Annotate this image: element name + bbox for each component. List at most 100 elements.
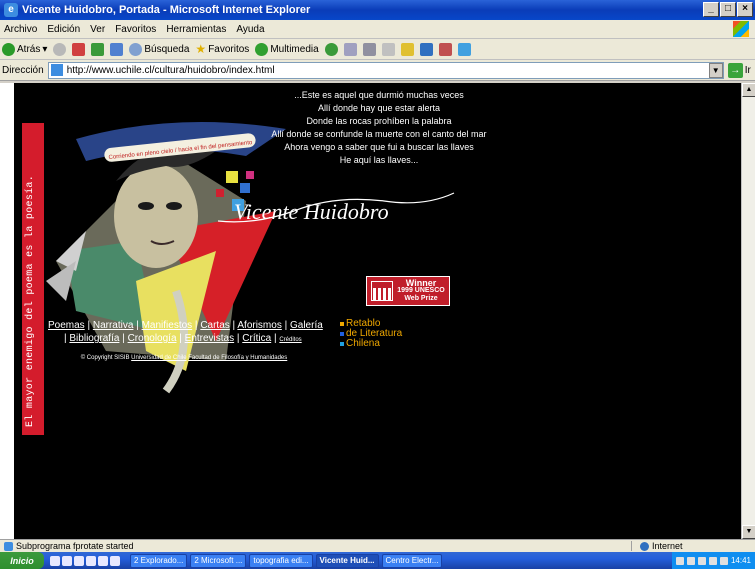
back-button[interactable]: Atrás ▾ (2, 42, 47, 56)
address-label: Dirección (2, 64, 44, 76)
unesco-temple-icon (371, 281, 393, 301)
tray-icon[interactable] (697, 556, 706, 565)
menu-archivo[interactable]: Archivo (4, 24, 37, 35)
huidobro-signature: Vicente Huidobro (217, 192, 455, 224)
tray-icon[interactable] (675, 556, 684, 565)
nav-creditos[interactable]: Créditos (279, 337, 301, 343)
security-zone: Internet (652, 541, 683, 551)
poem-line: Ahora vengo a saber que fui a buscar las… (284, 142, 474, 152)
discuss-button[interactable] (400, 42, 414, 56)
vertical-quote-banner: El mayor enemigo del poema es la poesía. (22, 123, 44, 435)
media-icon (255, 42, 269, 56)
nav-cartas[interactable]: Cartas (200, 320, 229, 331)
scroll-up-button[interactable]: ▲ (742, 83, 755, 97)
url-text: http://www.uchile.cl/cultura/huidobro/in… (66, 64, 275, 76)
mail-button[interactable] (343, 42, 357, 56)
tray-icon[interactable] (719, 556, 728, 565)
link-facultad[interactable]: Facultad de Filosofía y Humanidades (188, 355, 287, 361)
close-button[interactable]: × (737, 2, 753, 17)
poem-line: He aquí las llaves... (339, 155, 419, 165)
taskbar-button-active[interactable]: Vicente Huid... (315, 553, 379, 568)
quick-launch-icon[interactable] (74, 555, 84, 566)
multimedia-button[interactable]: Multimedia (255, 42, 319, 56)
poem-line: Allí donde se confunde la muerte con el … (271, 129, 487, 139)
print-button[interactable] (362, 42, 376, 56)
menu-ayuda[interactable]: Ayuda (236, 24, 264, 35)
windows-logo-icon (733, 21, 749, 37)
left-frame (0, 83, 14, 539)
copyright-notice: © Copyright SISIB Universidad de Chile F… (54, 353, 314, 364)
nav-manifiestos[interactable]: Manifiestos (142, 320, 193, 331)
dropdown-icon[interactable]: ▾ (42, 44, 47, 55)
menu-ver[interactable]: Ver (90, 24, 105, 35)
go-button[interactable]: → Ir (727, 62, 751, 78)
award-year: 1999 UNESCO (397, 287, 445, 294)
menu-herramientas[interactable]: Herramientas (166, 24, 226, 35)
maximize-button[interactable]: □ (720, 2, 736, 17)
favorites-button[interactable]: ★ Favoritos (195, 42, 249, 56)
title-bar[interactable]: e Vicente Huidobro, Portada - Microsoft … (0, 0, 755, 20)
standard-toolbar: Atrás ▾ Búsqueda ★ Favoritos Multimedia (0, 39, 755, 60)
nav-narrativa[interactable]: Narrativa (93, 320, 134, 331)
vertical-scrollbar[interactable]: ▲ ▼ (741, 83, 755, 539)
address-dropdown-button[interactable]: ▼ (708, 62, 723, 78)
nav-cronologia[interactable]: Cronología (128, 333, 177, 344)
nav-critica[interactable]: Crítica (242, 333, 271, 344)
status-bar: Subprograma fprotate started Internet (0, 539, 755, 552)
taskbar-button[interactable]: Centro Electr... (381, 553, 443, 568)
site-navigation: Poemas | Narrativa | Manifiestos | Carta… (48, 320, 323, 344)
search-icon (129, 42, 143, 56)
nav-aforismos[interactable]: Aforismos (237, 320, 281, 331)
scroll-down-button[interactable]: ▼ (742, 525, 755, 539)
nav-entrevistas[interactable]: Entrevistas (185, 333, 234, 344)
retablo-literatura-link[interactable]: Retablo de Literatura Chilena (340, 319, 402, 349)
quick-launch-icon[interactable] (98, 555, 108, 566)
quick-launch-icon[interactable] (86, 555, 96, 566)
ie-icon: e (4, 3, 18, 17)
home-button[interactable] (110, 42, 124, 56)
award-prize: Web Prize (404, 295, 438, 302)
system-tray: 14:41 (671, 552, 755, 569)
unesco-award-badge[interactable]: Winner 1999 UNESCO Web Prize (366, 276, 450, 306)
history-button[interactable] (324, 42, 338, 56)
nav-galeria[interactable]: Galería (290, 320, 323, 331)
research-button[interactable] (438, 42, 452, 56)
page-icon (50, 64, 63, 76)
window-controls: _ □ × (703, 2, 753, 17)
quick-launch-icon[interactable] (110, 555, 120, 566)
taskbar-button[interactable]: 2 Explorado... (130, 553, 188, 568)
poem-line: Donde las rocas prohíben la palabra (306, 116, 452, 126)
menu-favoritos[interactable]: Favoritos (115, 24, 156, 35)
nav-poemas[interactable]: Poemas (48, 320, 85, 331)
poem-line: Allí donde hay que estar alerta (317, 103, 441, 113)
menu-edicion[interactable]: Edición (47, 24, 80, 35)
link-universidad[interactable]: Universidad de Chile (131, 355, 186, 361)
stop-button[interactable] (72, 42, 86, 56)
status-message: Subprograma fprotate started (16, 541, 134, 551)
go-arrow-icon: → (727, 62, 743, 78)
tray-icon[interactable] (686, 556, 695, 565)
poem-line: ...Este es aquel que durmió muchas veces (294, 90, 464, 100)
page-icon (4, 541, 13, 551)
quick-launch-icon[interactable] (50, 555, 60, 566)
refresh-button[interactable] (91, 42, 105, 56)
tray-icon[interactable] (708, 556, 717, 565)
page-content: El mayor enemigo del poema es la poesía.… (14, 83, 741, 539)
search-button[interactable]: Búsqueda (129, 42, 189, 56)
quick-launch-icon[interactable] (62, 555, 72, 566)
edit-button[interactable] (381, 42, 395, 56)
toolbar-extra-button[interactable] (457, 42, 471, 56)
minimize-button[interactable]: _ (703, 2, 719, 17)
messenger-button[interactable] (419, 42, 433, 56)
award-winner: Winner (405, 278, 437, 288)
taskbar-button[interactable]: 2 Microsoft ... (190, 553, 247, 568)
start-button[interactable]: Inicio (0, 552, 44, 569)
nav-bibliografia[interactable]: Bibliografía (69, 333, 119, 344)
forward-button[interactable] (53, 42, 67, 56)
bullet-icon (340, 332, 344, 336)
window-title: Vicente Huidobro, Portada - Microsoft In… (22, 4, 311, 16)
copyright-text: © Copyright SISIB (80, 355, 130, 361)
url-field[interactable]: http://www.uchile.cl/cultura/huidobro/in… (47, 61, 724, 79)
taskbar-button[interactable]: topografia edi... (249, 553, 313, 568)
windows-taskbar: Inicio 2 Explorado... 2 Microsoft ... to… (0, 552, 755, 569)
